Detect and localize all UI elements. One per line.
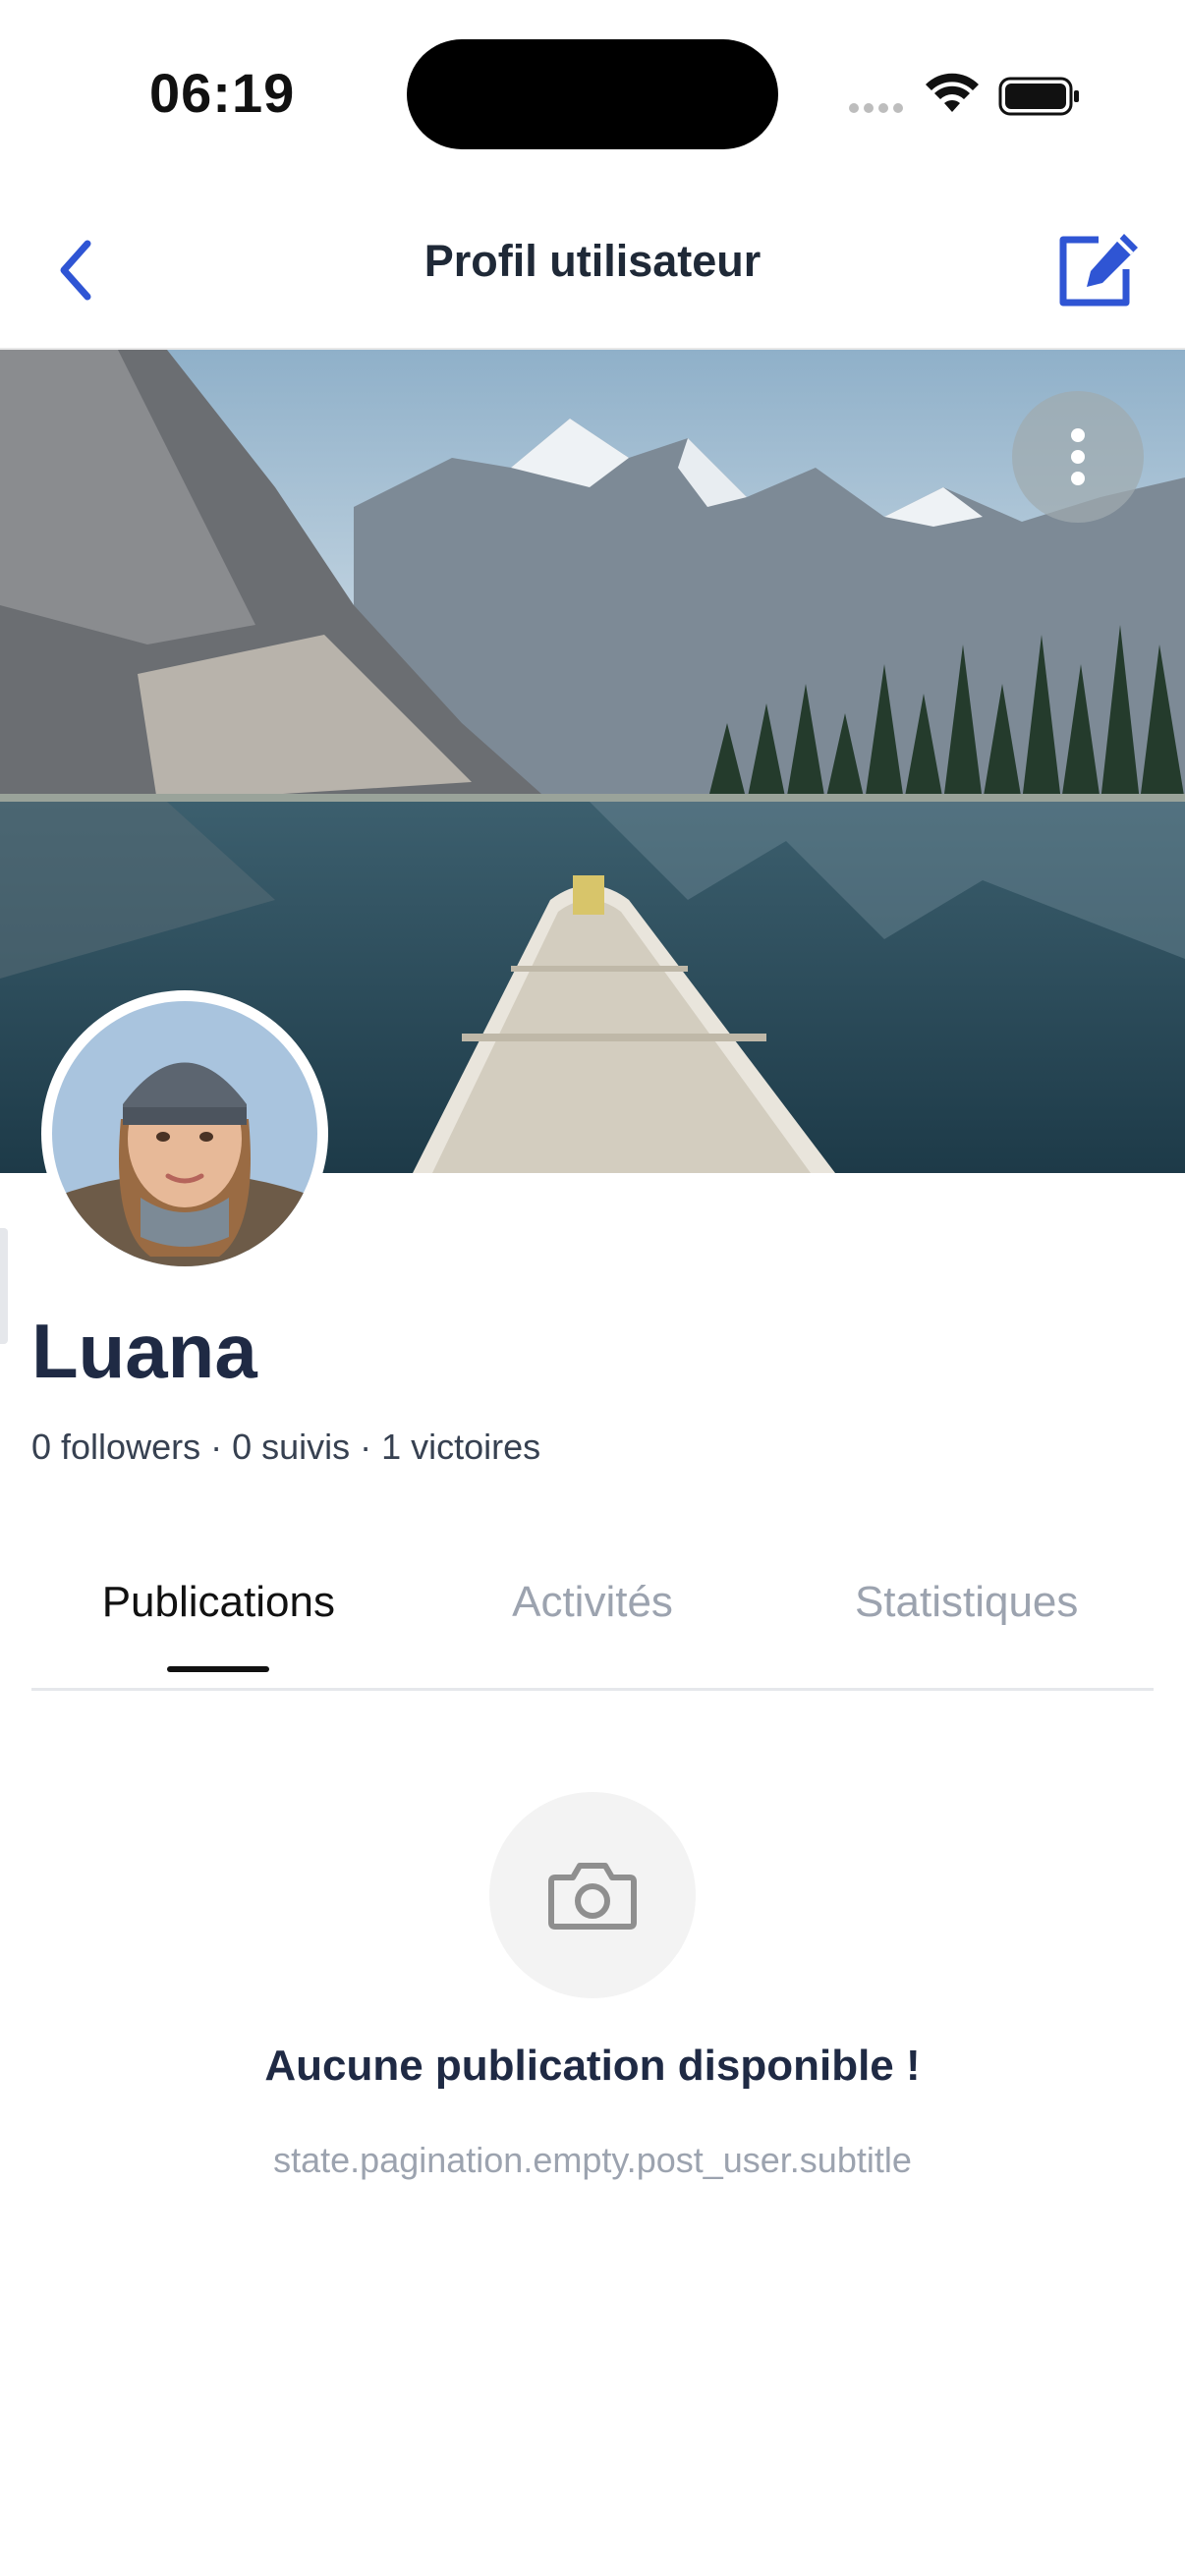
status-bar: 06:19 — [0, 0, 1185, 187]
tab-statistiques[interactable]: Statistiques — [779, 1562, 1154, 1688]
tab-activites[interactable]: Activités — [406, 1562, 780, 1688]
more-vertical-icon — [1071, 428, 1085, 485]
camera-icon — [548, 1863, 637, 1930]
tab-publications[interactable]: Publications — [31, 1562, 406, 1688]
cellular-signal-icon — [849, 100, 908, 118]
avatar-image — [52, 1001, 317, 1266]
profile-stats: 0 followers · 0 suivis · 1 victoires — [31, 1427, 541, 1467]
active-tab-indicator — [167, 1666, 270, 1672]
wifi-icon — [926, 73, 979, 112]
side-handle[interactable] — [0, 1228, 8, 1344]
edit-profile-button[interactable] — [1049, 220, 1148, 318]
battery-icon — [998, 77, 1079, 116]
tab-label: Publications — [101, 1578, 335, 1626]
edit-icon — [1059, 234, 1138, 307]
more-options-button[interactable] — [1012, 391, 1144, 523]
empty-state-icon-circle — [489, 1792, 696, 1998]
tab-label: Activités — [512, 1578, 673, 1626]
page-title: Profil utilisateur — [423, 236, 762, 286]
profile-tabs: Publications Activités Statistiques — [31, 1562, 1154, 1691]
dynamic-island — [407, 39, 778, 149]
empty-state-title: Aucune publication disponible ! — [264, 2042, 921, 2090]
profile-name: Luana — [31, 1308, 257, 1394]
tab-label: Statistiques — [854, 1578, 1079, 1626]
status-time: 06:19 — [149, 62, 296, 124]
empty-state-subtitle: state.pagination.empty.post_user.subtitl… — [273, 2140, 912, 2180]
navigation-bar: Profil utilisateur — [0, 196, 1185, 350]
avatar[interactable] — [41, 990, 328, 1277]
